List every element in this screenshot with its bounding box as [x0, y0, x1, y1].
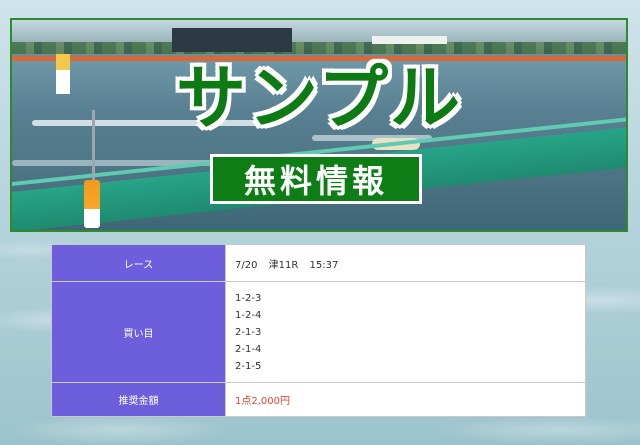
- race-venue: 津11R: [268, 259, 299, 271]
- banner-title: サンプル: [176, 57, 462, 139]
- table-row-bets: 買い目 1-2-3 1-2-4 2-1-3 2-1-4 2-1-5: [51, 281, 586, 383]
- bet-item: 1-2-4: [235, 309, 262, 321]
- banner-treeline: [12, 42, 626, 54]
- price-value-cell: 1点2,000円: [225, 382, 586, 417]
- race-time: 15:37: [309, 259, 339, 271]
- bets-value: 1-2-3 1-2-4 2-1-3 2-1-4 2-1-5: [225, 281, 586, 383]
- free-info-table: レース 7/20 津11R 15:37 買い目 1-2-3 1-2-4 2-1-…: [51, 244, 586, 417]
- bet-item: 2-1-4: [235, 343, 262, 355]
- bet-item: 2-1-3: [235, 326, 262, 338]
- banner-subtitle-box: 無料情報: [210, 154, 422, 204]
- race-date: 7/20: [235, 259, 258, 271]
- bet-item: 1-2-3: [235, 292, 262, 304]
- banner-scoreboard: [172, 28, 292, 52]
- price-value: 1点2,000円: [235, 396, 290, 407]
- race-value: 7/20 津11R 15:37: [225, 244, 586, 282]
- banner-sign: [372, 36, 447, 44]
- hero-banner: サンプル 無料情報: [10, 18, 628, 232]
- price-label: 推奨金額: [51, 382, 226, 417]
- bets-list: 1-2-3 1-2-4 2-1-3 2-1-4 2-1-5: [235, 290, 585, 375]
- bet-item: 2-1-5: [235, 360, 262, 372]
- banner-buoy: [84, 180, 100, 228]
- bets-label: 買い目: [51, 281, 226, 383]
- table-row-race: レース 7/20 津11R 15:37: [51, 244, 586, 282]
- race-label: レース: [51, 244, 226, 282]
- banner-subtitle: 無料情報: [243, 162, 388, 200]
- table-row-price: 推奨金額 1点2,000円: [51, 382, 586, 417]
